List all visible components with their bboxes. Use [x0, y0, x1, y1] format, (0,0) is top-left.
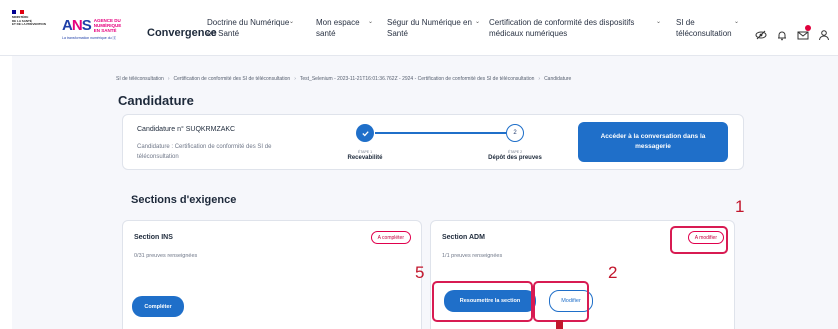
breadcrumb: SI de téléconsultation › Certification de … — [116, 76, 571, 82]
step-1-small: ÉTAPE 1 — [357, 150, 373, 154]
top-header: MINISTÈRE DE LA SANTÉ ET DE LA PRÉVENTIO… — [0, 0, 838, 56]
breadcrumb-item-current: Candidature — [544, 76, 572, 82]
nav-item-label: Ségur du Numérique en Santé — [387, 18, 472, 38]
nav-item-doctrine[interactable]: Doctrine du Numérique en Santé ⌄ — [207, 17, 297, 39]
eye-off-icon[interactable] — [755, 28, 767, 40]
breadcrumb-item[interactable]: Certification de conformité des SI de té… — [173, 76, 290, 82]
annotation-number-2: 2 — [608, 263, 618, 282]
republique-francaise-logo[interactable]: MINISTÈRE DE LA SANTÉ ET DE LA PRÉVENTIO… — [12, 10, 54, 44]
annotation-arrow-marker — [556, 320, 563, 329]
complete-button[interactable]: Compléter — [132, 296, 184, 317]
candidature-summary-card: Candidature n° SUQKRMZAKC Candidature : … — [122, 114, 744, 170]
annotation-number-5: 5 — [415, 263, 425, 282]
candidature-description: Candidature : Certification de conformit… — [137, 144, 272, 160]
candidature-number: Candidature n° SUQKRMZAKC — [137, 126, 236, 133]
ans-logo-sub: La transformation numérique du 🅂 — [62, 36, 117, 40]
section-adm-name: Section ADM — [442, 234, 485, 241]
nav-item-mon-espace-sante[interactable]: Mon espace santé ⌄ — [316, 17, 376, 39]
nav-item-label: Doctrine du Numérique en Santé — [207, 18, 290, 38]
check-icon — [356, 124, 374, 142]
sections-title: Sections d'exigence — [131, 194, 237, 206]
nav-item-label: SI de téléconsultation — [676, 18, 732, 38]
nav-item-certification-dm[interactable]: Certification de conformité des disposit… — [489, 17, 664, 39]
step-2-circle: 2 — [506, 124, 524, 142]
user-icon[interactable] — [818, 28, 830, 41]
section-ins-name: Section INS — [134, 234, 173, 241]
annotation-box-2 — [533, 281, 589, 322]
step-1-label: Recevabilité — [347, 155, 383, 161]
ans-logo-text: AGENCE DU NUMÉRIQUE EN SANTÉ — [93, 18, 122, 33]
chevron-down-icon: ⌄ — [289, 19, 295, 25]
section-ins-card: Section INS A compléter 0/31 preuves ren… — [122, 220, 422, 329]
breadcrumb-item[interactable]: Test_Selenium - 2023-11-21T16:01:36.762Z… — [300, 76, 535, 82]
nav-item-label: Mon espace santé — [316, 18, 360, 38]
chevron-down-icon: ⌄ — [368, 19, 374, 25]
annotation-box-1 — [670, 226, 728, 254]
flag-icon — [12, 10, 24, 14]
page-title: Candidature — [118, 93, 194, 108]
mail-icon[interactable] — [797, 25, 811, 40]
step-2-caption: ÉTAPE 2 Dépôt des preuves — [470, 150, 560, 161]
stepper-line — [375, 132, 506, 134]
nav-item-si-teleconsultation[interactable]: SI de téléconsultation ⌄ — [676, 17, 740, 39]
annotation-number-1: 1 — [735, 197, 745, 216]
breadcrumb-separator-icon: › — [167, 76, 170, 82]
bell-icon[interactable] — [776, 28, 788, 41]
section-ins-proofs: 0/31 preuves renseignées — [134, 253, 198, 259]
annotation-box-5 — [432, 281, 533, 322]
logo-rf-line: ET DE LA PRÉVENTION — [12, 22, 46, 27]
breadcrumb-item[interactable]: SI de téléconsultation — [116, 76, 164, 82]
notification-dot — [805, 25, 811, 31]
step-1-caption: ÉTAPE 1 Recevabilité — [320, 150, 410, 161]
open-conversation-button[interactable]: Accéder à la conversation dans la messag… — [578, 122, 728, 162]
step-2-small: ÉTAPE 2 — [507, 150, 523, 154]
breadcrumb-separator-icon: › — [538, 76, 541, 82]
chevron-down-icon: ⌄ — [475, 19, 481, 25]
header-icons — [755, 25, 830, 41]
status-badge-ins: A compléter — [370, 231, 411, 244]
chevron-down-icon: ⌄ — [656, 19, 662, 25]
chevron-down-icon: ⌄ — [734, 19, 740, 25]
step-2-label: Dépôt des preuves — [488, 155, 542, 161]
ans-logo-mark: ANS — [62, 17, 92, 34]
breadcrumb-separator-icon: › — [294, 76, 296, 82]
ans-logo[interactable]: ANS AGENCE DU NUMÉRIQUE EN SANTÉ La tran… — [62, 17, 128, 40]
main-content: SI de téléconsultation › Certification de … — [12, 56, 838, 329]
nav-item-segur[interactable]: Ségur du Numérique en Santé ⌄ — [387, 17, 483, 39]
section-adm-proofs: 1/1 preuves renseignées — [442, 253, 503, 259]
nav-item-label: Certification de conformité des disposit… — [489, 18, 635, 38]
